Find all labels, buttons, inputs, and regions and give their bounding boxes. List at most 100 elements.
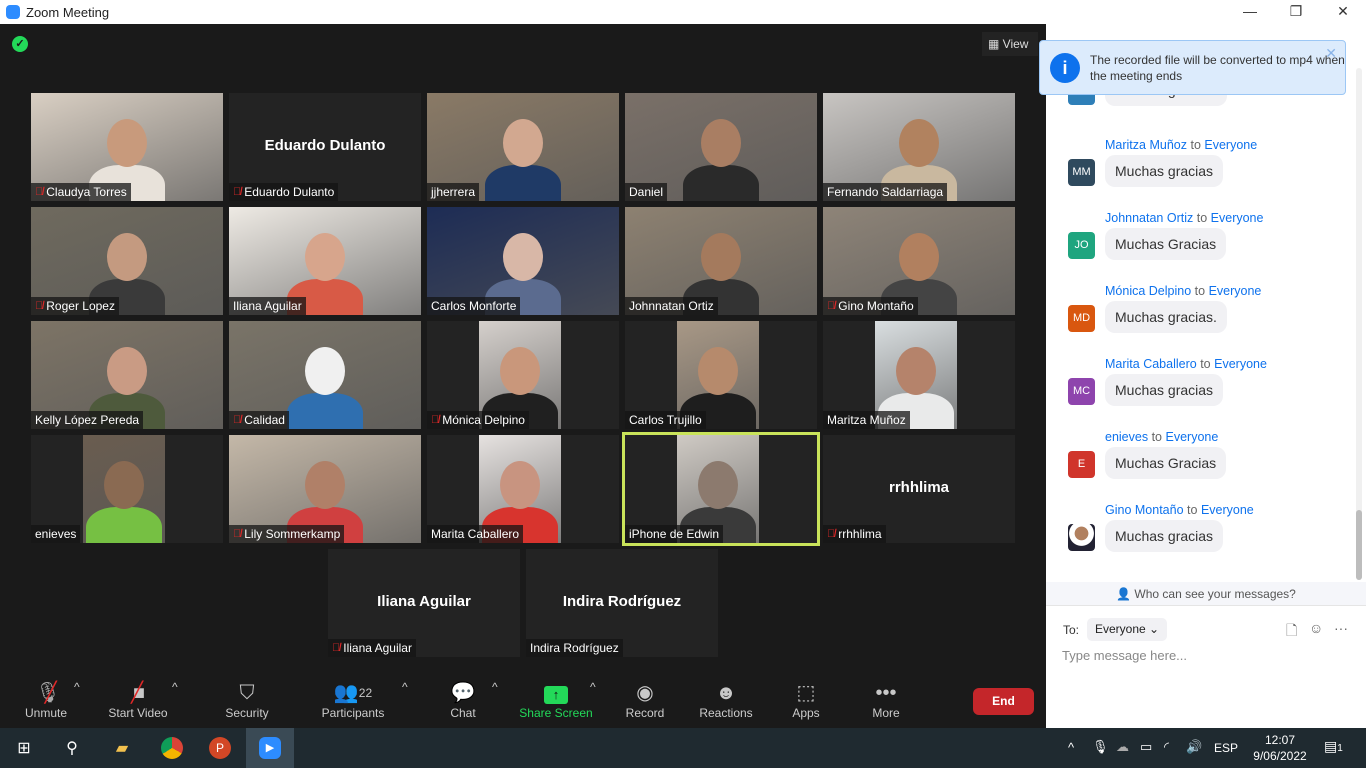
onedrive-icon[interactable]: ☁	[1116, 739, 1129, 755]
participant-tile[interactable]: Maritza Muñoz	[823, 321, 1015, 429]
participant-name: Eduardo Dulanto	[244, 185, 335, 199]
participant-tile[interactable]: Carlos Monforte	[427, 207, 619, 315]
clock[interactable]: 12:07 9/06/2022	[1250, 732, 1310, 764]
participant-name-center: Indira Rodríguez	[562, 593, 682, 610]
sender-name: Gino Montaño	[1105, 503, 1184, 517]
windows-start-icon[interactable]: ⊞	[0, 728, 48, 768]
person-head	[500, 461, 540, 509]
person-head	[107, 119, 147, 167]
avatar: E	[1068, 451, 1095, 478]
participant-tile[interactable]: 🎙̸ Mónica Delpino	[427, 321, 619, 429]
file-explorer-icon[interactable]: ▰	[98, 728, 146, 768]
participant-name-center: rrhhlima	[888, 479, 949, 496]
start-video-button[interactable]: ■╱ Start Video	[104, 680, 172, 720]
microphone-icon[interactable]: 🎙	[1092, 739, 1109, 755]
battery-icon[interactable]: ▭	[1140, 739, 1152, 755]
participant-tile[interactable]: Fernando Saldarriaga	[823, 93, 1015, 201]
more-button[interactable]: ••• More	[866, 680, 906, 720]
chat-options-caret[interactable]: ^	[492, 680, 498, 694]
participant-tile[interactable]: rrhhlima 🎙̸ rrhhlima	[823, 435, 1015, 543]
participant-tile[interactable]: Indira Rodríguez Indira Rodríguez	[526, 549, 718, 657]
participant-tile[interactable]: Iliana Aguilar 🎙̸ Iliana Aguilar	[328, 549, 520, 657]
participant-tile[interactable]: Johnnatan Ortiz	[625, 207, 817, 315]
close-button[interactable]: ✕	[1320, 0, 1366, 24]
participant-name: Claudya Torres	[46, 185, 127, 199]
person-head	[503, 233, 543, 281]
end-meeting-button[interactable]: End	[973, 688, 1034, 715]
scrollbar-thumb[interactable]	[1356, 510, 1362, 580]
to-text: to	[1194, 284, 1206, 298]
video-options-caret[interactable]: ^	[172, 680, 178, 694]
chat-button[interactable]: 💬 Chat	[443, 680, 483, 720]
audio-options-caret[interactable]: ^	[74, 680, 80, 694]
record-button[interactable]: ◉ Record	[622, 680, 668, 720]
participant-name: Carlos Monforte	[431, 299, 517, 313]
chat-message-input[interactable]	[1062, 648, 1352, 663]
wifi-icon[interactable]: ◜	[1164, 739, 1169, 755]
message-sender: Maritza Muñoz to Everyone	[1105, 138, 1257, 152]
participants-icon: 👥	[333, 682, 359, 704]
more-options-icon[interactable]: ···	[1334, 620, 1348, 636]
message-bubble: Muchas Gracias	[1105, 447, 1227, 479]
recipient-dropdown[interactable]: Everyone ⌄	[1087, 618, 1168, 641]
participant-tile[interactable]: 🎙̸ Calidad	[229, 321, 421, 429]
windows-taskbar: ⊞ ⚲ ▰ P ▶ ^ 🎙 ☁ ▭ ◜ 🔊 ESP 12:07 9/06/2022…	[0, 728, 1366, 768]
view-button[interactable]: ▦ View	[982, 32, 1038, 56]
powerpoint-icon[interactable]: P	[196, 728, 244, 768]
close-icon[interactable]: ✕	[1325, 45, 1337, 61]
meeting-toolbar: 🎙╱ Unmute ^ ■╱ Start Video ^ ⛉ Security 👥22…	[0, 672, 1046, 728]
file-icon[interactable]: 🗋	[1286, 620, 1297, 644]
person-head	[701, 119, 741, 167]
share-options-caret[interactable]: ^	[590, 680, 596, 694]
message-sender: Johnnatan Ortiz to Everyone	[1105, 211, 1263, 225]
person-head	[896, 347, 936, 395]
participant-name: Iliana Aguilar	[233, 299, 302, 313]
participant-name-label: Kelly López Pereda	[31, 411, 144, 429]
participant-tile[interactable]: 🎙̸ Claudya Torres	[31, 93, 223, 201]
participant-name-label: enieves	[31, 525, 81, 543]
participant-name-label: Indira Rodríguez	[526, 639, 623, 657]
participant-tile[interactable]: enieves	[31, 435, 223, 543]
participants-options-caret[interactable]: ^	[402, 680, 408, 694]
share-screen-button[interactable]: ↑ Share Screen	[516, 680, 596, 720]
participant-tile[interactable]: Daniel	[625, 93, 817, 201]
participant-name-label: 🎙̸ Eduardo Dulanto	[229, 183, 339, 201]
unmute-button[interactable]: 🎙╱ Unmute	[18, 680, 74, 720]
zoom-taskbar-icon[interactable]: ▶	[246, 728, 294, 768]
notification-count: 1	[1337, 743, 1343, 754]
sender-name: Marita Caballero	[1105, 357, 1197, 371]
who-can-see-link[interactable]: 👤 Who can see your messages?	[1046, 582, 1366, 606]
chrome-icon[interactable]	[148, 728, 196, 768]
notifications-icon[interactable]: ▤1	[1324, 738, 1343, 755]
restore-button[interactable]: ❐	[1273, 0, 1319, 24]
shield-check-icon[interactable]: ✓	[12, 36, 28, 52]
chat-scrollbar[interactable]	[1356, 68, 1362, 580]
emoji-icon[interactable]: ☺	[1309, 620, 1323, 636]
language-indicator[interactable]: ESP	[1214, 741, 1238, 755]
share-screen-icon-wrap: ↑	[516, 680, 596, 706]
participants-button[interactable]: 👥22 Participants	[318, 680, 388, 720]
minimize-button[interactable]: —	[1227, 0, 1273, 24]
participant-name: Marita Caballero	[431, 527, 520, 541]
participant-tile[interactable]: Kelly López Pereda	[31, 321, 223, 429]
participant-tile[interactable]: Iliana Aguilar	[229, 207, 421, 315]
participant-tile[interactable]: 🎙̸ Lily Sommerkamp	[229, 435, 421, 543]
record-label: Record	[625, 706, 665, 720]
sender-name: Maritza Muñoz	[1105, 138, 1187, 152]
reactions-button[interactable]: ☻ Reactions	[696, 680, 756, 720]
participant-name-label: Marita Caballero	[427, 525, 524, 543]
participant-name-label: Maritza Muñoz	[823, 411, 910, 429]
person-body	[683, 165, 759, 201]
show-hidden-icons[interactable]: ^	[1068, 740, 1074, 755]
participant-tile[interactable]: Carlos Trujillo	[625, 321, 817, 429]
participant-tile[interactable]: Eduardo Dulanto 🎙̸ Eduardo Dulanto	[229, 93, 421, 201]
volume-icon[interactable]: 🔊	[1186, 739, 1202, 755]
participant-tile[interactable]: iPhone de Edwin	[622, 432, 820, 546]
security-button[interactable]: ⛉ Security	[218, 680, 276, 720]
participant-tile[interactable]: jjherrera	[427, 93, 619, 201]
participant-tile[interactable]: Marita Caballero	[427, 435, 619, 543]
participant-tile[interactable]: 🎙̸ Roger Lopez	[31, 207, 223, 315]
apps-button[interactable]: ⬚ Apps	[786, 680, 826, 720]
participant-tile[interactable]: 🎙̸ Gino Montaño	[823, 207, 1015, 315]
search-icon[interactable]: ⚲	[48, 728, 96, 768]
